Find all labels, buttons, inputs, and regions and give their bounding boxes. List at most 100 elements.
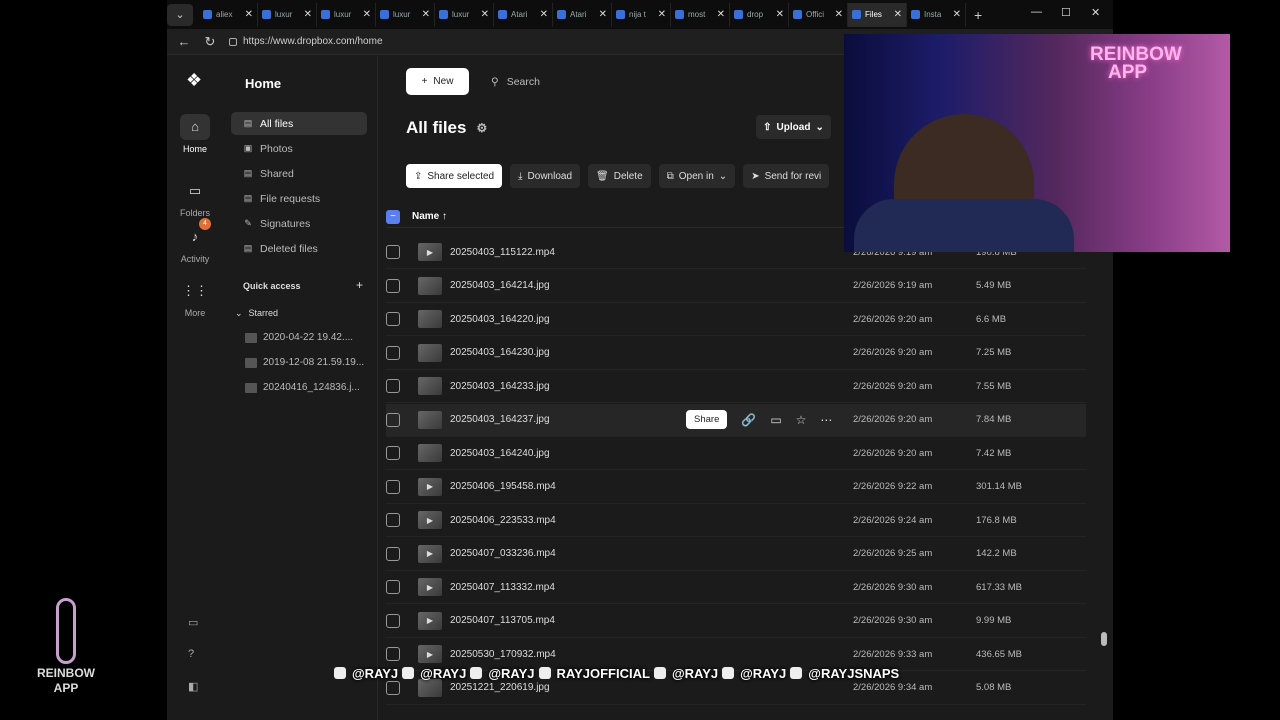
rail-item-activity[interactable]: ♪ Activity 4	[167, 218, 223, 264]
browser-tab[interactable]: Atari ✕	[494, 2, 553, 27]
new-tab-button[interactable]: +	[974, 7, 982, 23]
starred-item[interactable]: 20240416_124836.j...	[245, 382, 370, 393]
sort-name-button[interactable]: Name ↑	[412, 211, 447, 222]
row-checkbox[interactable]	[386, 345, 400, 360]
table-row[interactable]: 20250403_164230.jpg 2/26/2026 9:20 am 7.25…	[386, 337, 1086, 370]
file-name[interactable]: 20251221_220619.jpg	[450, 682, 690, 693]
browser-tab[interactable]: luxur ✕	[435, 2, 494, 27]
row-checkbox[interactable]	[386, 479, 400, 494]
file-name[interactable]: 20250407_113705.mp4	[450, 615, 690, 626]
sidebar-item-photos[interactable]: ▣ Photos	[231, 137, 367, 160]
sidebar-item-signatures[interactable]: ✎ Signatures	[231, 212, 367, 235]
browser-tab[interactable]: most ✕	[671, 2, 730, 27]
upload-button[interactable]: ⇧ Upload ⌄	[756, 115, 831, 139]
file-name[interactable]: 20250403_164240.jpg	[450, 448, 690, 459]
row-checkbox[interactable]	[386, 245, 400, 259]
sidebar-item-shared[interactable]: ▤ Shared	[231, 162, 367, 185]
row-checkbox[interactable]	[386, 446, 400, 460]
close-window-button[interactable]: ✕	[1091, 6, 1100, 19]
gear-icon[interactable]: ⚙	[476, 121, 487, 135]
site-info-icon[interactable]	[229, 37, 237, 46]
row-checkbox[interactable]	[386, 546, 400, 561]
desktop-app-icon[interactable]: ▭	[188, 616, 198, 629]
minimize-button[interactable]: —	[1031, 6, 1042, 18]
collapse-sidebar-icon[interactable]: ◧	[188, 680, 198, 693]
starred-item[interactable]: 2019-12-08 21.59.19...	[245, 357, 370, 368]
action-share-selected[interactable]: ⇪ Share selected	[406, 164, 503, 188]
star-icon[interactable]: ☆	[796, 413, 807, 427]
table-row[interactable]: 20250403_164237.jpg Share 🔗 ▭ ☆ ⋯ 2/26/2026 9:…	[386, 403, 1086, 437]
help-icon[interactable]: ?	[188, 648, 194, 660]
close-icon[interactable]: ✕	[658, 9, 666, 20]
browser-tab[interactable]: Atari ✕	[553, 2, 612, 27]
starred-toggle[interactable]: ⌄ Starred	[235, 308, 278, 319]
file-name[interactable]: 20250403_164237.jpg	[450, 414, 690, 425]
close-icon[interactable]: ✕	[599, 9, 607, 20]
close-icon[interactable]: ✕	[304, 9, 312, 20]
reload-button[interactable]: ↻	[201, 34, 219, 50]
file-name[interactable]: 20250403_164220.jpg	[450, 314, 690, 325]
row-checkbox[interactable]	[386, 513, 400, 527]
file-name[interactable]: 20250406_195458.mp4	[450, 481, 690, 492]
folder-icon[interactable]: ▭	[770, 413, 781, 427]
back-button[interactable]: ←	[175, 34, 193, 49]
close-icon[interactable]: ✕	[540, 9, 548, 20]
sidebar-item-file-requests[interactable]: ▤ File requests	[231, 187, 367, 210]
table-row[interactable]: 20250403_164233.jpg 2/26/2026 9:20 am 7.55…	[386, 370, 1086, 403]
action-download[interactable]: ⤓ Download	[510, 164, 581, 188]
new-button[interactable]: + New	[406, 68, 469, 95]
close-icon[interactable]: ✕	[717, 9, 725, 20]
file-name[interactable]: 20250403_164230.jpg	[450, 347, 690, 358]
row-checkbox[interactable]	[386, 647, 400, 661]
rail-item-home[interactable]: ⌂ Home	[167, 114, 223, 154]
maximize-button[interactable]: ☐	[1061, 6, 1071, 19]
close-icon[interactable]: ✕	[481, 9, 489, 20]
close-icon[interactable]: ✕	[776, 9, 784, 20]
file-name[interactable]: 20250407_113332.mp4	[450, 582, 690, 593]
table-row[interactable]: 20250403_164214.jpg 2/26/2026 9:19 am 5.49…	[386, 270, 1086, 303]
action-send-for-revi[interactable]: ➤ Send for revi	[743, 164, 830, 188]
table-row[interactable]: ▶ 20250407_113332.mp4 2/26/2026 9:30 am 617…	[386, 571, 1086, 604]
action-open-in[interactable]: ⧉ Open in ⌄	[658, 164, 736, 188]
browser-tab[interactable]: aliex ✕	[199, 2, 258, 27]
link-icon[interactable]: 🔗	[741, 413, 756, 427]
file-name[interactable]: 20250530_170932.mp4	[450, 649, 690, 660]
row-checkbox[interactable]	[386, 412, 400, 427]
table-row[interactable]: ▶ 20250407_033236.mp4 2/26/2026 9:25 am 142…	[386, 538, 1086, 571]
share-button[interactable]: Share	[686, 410, 728, 429]
add-quick-access-button[interactable]: +	[356, 278, 363, 292]
row-checkbox[interactable]	[386, 680, 400, 695]
browser-tab[interactable]: Offici ✕	[789, 2, 848, 27]
table-row[interactable]: ▶ 20250407_113705.mp4 2/26/2026 9:30 am 9.9…	[386, 605, 1086, 638]
table-row[interactable]: ▶ 20250406_223533.mp4 2/26/2026 9:24 am 176…	[386, 504, 1086, 537]
search-input[interactable]: ⚲ Search	[483, 68, 863, 95]
table-row[interactable]: ▶ 20250406_195458.mp4 2/26/2026 9:22 am 301…	[386, 471, 1086, 504]
file-name[interactable]: 20250406_223533.mp4	[450, 515, 690, 526]
url-field[interactable]: https://www.dropbox.com/home	[229, 36, 383, 47]
select-all-checkbox[interactable]: −	[386, 209, 400, 224]
file-name[interactable]: 20250403_164233.jpg	[450, 381, 690, 392]
row-checkbox[interactable]	[386, 312, 400, 326]
file-name[interactable]: 20250407_033236.mp4	[450, 548, 690, 559]
close-icon[interactable]: ✕	[953, 9, 961, 20]
close-icon[interactable]: ✕	[363, 9, 371, 20]
starred-item[interactable]: 2020-04-22 19.42....	[245, 332, 370, 343]
row-checkbox[interactable]	[386, 278, 400, 293]
sidebar-item-deleted-files[interactable]: ▤ Deleted files	[231, 237, 367, 260]
browser-tab[interactable]: drop ✕	[730, 2, 789, 27]
more-icon[interactable]: ⋯	[820, 413, 832, 427]
close-icon[interactable]: ✕	[894, 9, 902, 20]
file-name[interactable]: 20250403_115122.mp4	[450, 247, 690, 258]
row-checkbox[interactable]	[386, 379, 400, 393]
tab-search-button[interactable]: ⌄	[167, 3, 193, 26]
browser-tab[interactable]: luxur ✕	[376, 2, 435, 27]
close-icon[interactable]: ✕	[245, 9, 253, 20]
dropbox-logo-icon[interactable]: ❖	[186, 70, 202, 91]
action-delete[interactable]: 🗑 Delete	[588, 164, 651, 188]
sidebar-item-all-files[interactable]: ▤ All files	[231, 112, 367, 135]
browser-tab[interactable]: luxur ✕	[317, 2, 376, 27]
close-icon[interactable]: ✕	[422, 9, 430, 20]
table-row[interactable]: 20250403_164220.jpg 2/26/2026 9:20 am 6.6 …	[386, 303, 1086, 336]
close-icon[interactable]: ✕	[835, 9, 843, 20]
row-checkbox[interactable]	[386, 613, 400, 628]
